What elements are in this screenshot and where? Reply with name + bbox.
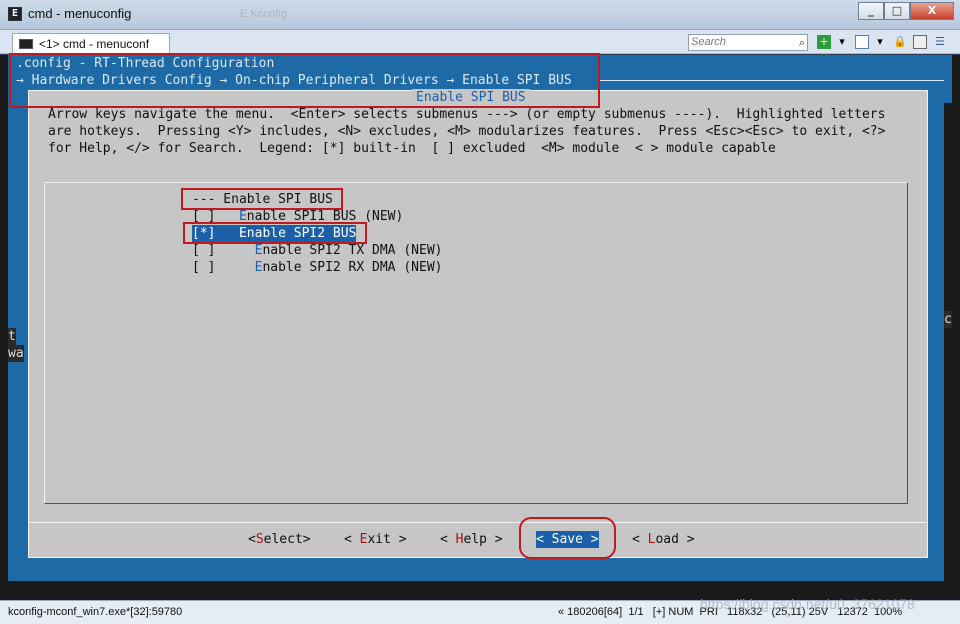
- add-icon[interactable]: +: [817, 35, 831, 49]
- annotation-box-header: [9, 53, 600, 108]
- load-button[interactable]: < Load >: [632, 531, 695, 548]
- panel-icon[interactable]: [855, 35, 869, 49]
- annotation-box-spi2: [183, 222, 367, 244]
- minimize-button[interactable]: _: [858, 2, 884, 20]
- maximize-button[interactable]: □: [884, 2, 910, 20]
- watermark: https://blog.csdn.net/u0_37621078: [700, 596, 915, 612]
- annotation-box-save: [519, 517, 616, 559]
- annotation-box-title: [181, 188, 343, 210]
- chevron-down-icon[interactable]: ▾: [835, 35, 849, 49]
- help-text-line: for Help, </> for Search. Legend: [*] bu…: [48, 141, 776, 156]
- tab-console[interactable]: <1> cmd - menuconf: [12, 33, 170, 54]
- search-input[interactable]: Search ⌕: [688, 34, 808, 51]
- close-button[interactable]: X: [910, 2, 954, 20]
- tab-bar: <1> cmd - menuconf Search ⌕ + ▾ ▾ 🔒 ☰: [0, 30, 960, 54]
- window-titlebar[interactable]: E cmd - menuconfig E Kconfig _ □ X: [0, 0, 960, 30]
- terminal-fragment: t: [8, 328, 16, 345]
- menu-list: [44, 182, 908, 504]
- help-text-line: Arrow keys navigate the menu. <Enter> se…: [48, 107, 886, 122]
- help-text-line: are hotkeys. Pressing <Y> includes, <N> …: [48, 124, 886, 139]
- window-title: cmd - menuconfig: [28, 6, 132, 21]
- console-icon: [19, 39, 33, 49]
- lock-icon[interactable]: 🔒: [893, 35, 907, 49]
- tab-label: <1> cmd - menuconf: [39, 37, 150, 51]
- search-icon[interactable]: ⌕: [799, 36, 805, 51]
- menu-icon[interactable]: ☰: [933, 35, 947, 49]
- menu-item-spi2-rx-dma[interactable]: [ ] Enable SPI2 RX DMA (NEW): [192, 259, 442, 276]
- exit-button[interactable]: < Exit >: [344, 531, 407, 548]
- background-window-title: E Kconfig: [240, 8, 288, 20]
- app-icon: E: [8, 7, 22, 21]
- menu-item-spi2-tx-dma[interactable]: [ ] Enable SPI2 TX DMA (NEW): [192, 242, 442, 259]
- status-process: kconfig-mconf_win7.exe*[32]:59780: [8, 606, 183, 618]
- layout-icon[interactable]: [913, 35, 927, 49]
- help-button[interactable]: < Help >: [440, 531, 503, 548]
- chevron-down-icon[interactable]: ▾: [873, 35, 887, 49]
- terminal-fragment: wa: [8, 345, 24, 362]
- terminal-fragment: c: [944, 311, 952, 328]
- header-rule: [600, 80, 944, 81]
- button-divider: [28, 522, 926, 523]
- select-button[interactable]: <Select>: [248, 531, 311, 548]
